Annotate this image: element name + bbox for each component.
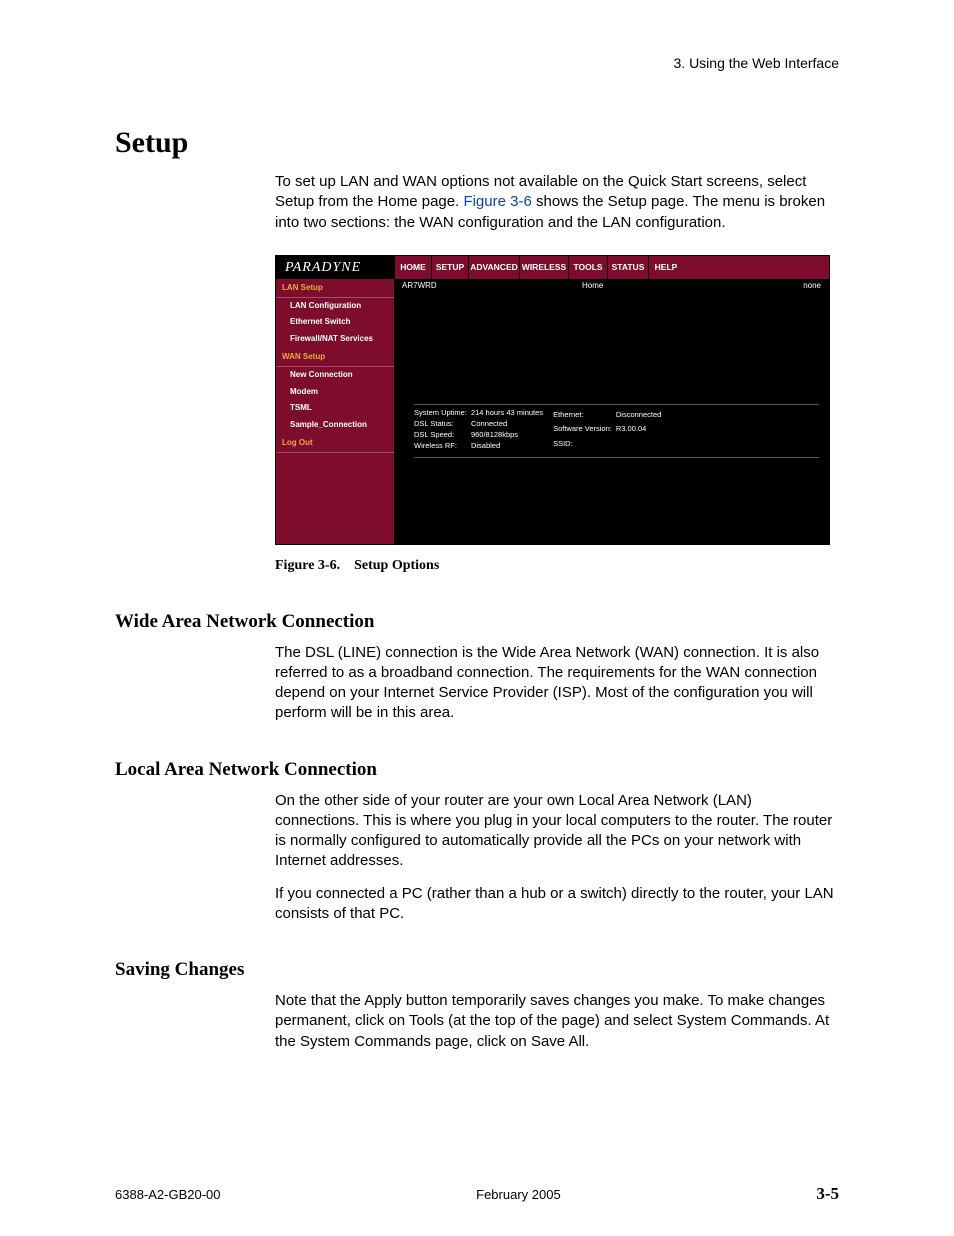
lan-paragraph-1: On the other side of your router are you… <box>275 791 839 872</box>
figure-caption: Figure 3-6. Setup Options <box>275 557 839 576</box>
sidebar-group-wan: WAN Setup <box>276 348 394 367</box>
st-v <box>616 436 665 451</box>
st-v: R3.00.04 <box>616 421 665 436</box>
caption-num: Figure 3-6. <box>275 558 340 573</box>
sidebar-item-tsml[interactable]: TSML <box>276 400 394 417</box>
lan-paragraph-2: If you connected a PC (rather than a hub… <box>275 884 839 925</box>
st-l: Software Version: <box>553 421 616 436</box>
sidebar-item-ethernet-switch[interactable]: Ethernet Switch <box>276 314 394 331</box>
sidebar-item-new-connection[interactable]: New Connection <box>276 367 394 384</box>
screenshot-figure: PARADYNE HOME SETUP ADVANCED WIRELESS TO… <box>275 255 839 576</box>
device-model: AR7WRD <box>394 279 582 292</box>
nav-setup[interactable]: SETUP <box>431 256 468 279</box>
nav-status[interactable]: STATUS <box>607 256 648 279</box>
main-right: none <box>803 279 829 292</box>
doc-date: February 2005 <box>476 1187 561 1202</box>
main-panel: AR7WRD Home none System Uptime:214 hours… <box>394 279 829 544</box>
caption-text: Setup Options <box>354 558 439 573</box>
st-v: Connected <box>471 418 547 429</box>
st-l: DSL Status: <box>414 418 471 429</box>
status-right-table: Ethernet:Disconnected Software Version:R… <box>553 407 665 451</box>
nav-wireless[interactable]: WIRELESS <box>519 256 568 279</box>
nav-advanced[interactable]: ADVANCED <box>468 256 519 279</box>
saving-heading: Saving Changes <box>115 959 839 981</box>
doc-id: 6388-A2-GB20-00 <box>115 1187 221 1202</box>
page-number: 3-5 <box>816 1184 839 1204</box>
sidebar: LAN Setup LAN Configuration Ethernet Swi… <box>276 279 394 544</box>
lan-heading: Local Area Network Connection <box>115 759 839 781</box>
sidebar-item-lan-config[interactable]: LAN Configuration <box>276 298 394 315</box>
main-title: Home <box>582 279 803 292</box>
sidebar-logout[interactable]: Log Out <box>276 434 394 453</box>
st-l: DSL Speed: <box>414 429 471 440</box>
st-v: Disconnected <box>616 407 665 422</box>
brand-logo: PARADYNE <box>276 256 394 279</box>
status-left-table: System Uptime:214 hours 43 minutes DSL S… <box>414 407 547 451</box>
nav-help[interactable]: HELP <box>648 256 683 279</box>
nav-home[interactable]: HOME <box>394 256 431 279</box>
figure-link[interactable]: Figure 3-6 <box>463 193 531 210</box>
st-v: 960/8128kbps <box>471 429 547 440</box>
page-title: Setup <box>115 126 839 160</box>
st-v: 214 hours 43 minutes <box>471 407 547 418</box>
st-v: Disabled <box>471 440 547 451</box>
wan-heading: Wide Area Network Connection <box>115 611 839 633</box>
wan-paragraph: The DSL (LINE) connection is the Wide Ar… <box>275 643 839 724</box>
sidebar-group-lan: LAN Setup <box>276 279 394 298</box>
status-block: System Uptime:214 hours 43 minutes DSL S… <box>414 404 819 458</box>
st-l: Ethernet: <box>553 407 616 422</box>
app-nav: PARADYNE HOME SETUP ADVANCED WIRELESS TO… <box>276 256 829 279</box>
sidebar-item-sample-connection[interactable]: Sample_Connection <box>276 417 394 434</box>
intro-paragraph: To set up LAN and WAN options not availa… <box>275 172 839 233</box>
st-l: System Uptime: <box>414 407 471 418</box>
sidebar-item-firewall[interactable]: Firewall/NAT Services <box>276 331 394 348</box>
sidebar-item-modem[interactable]: Modem <box>276 384 394 401</box>
st-l: SSID: <box>553 436 616 451</box>
running-header: 3. Using the Web Interface <box>115 55 839 71</box>
page-footer: 6388-A2-GB20-00 February 2005 3-5 <box>115 1184 839 1204</box>
saving-paragraph: Note that the Apply button temporarily s… <box>275 991 839 1052</box>
nav-tools[interactable]: TOOLS <box>568 256 607 279</box>
st-l: Wireless RF: <box>414 440 471 451</box>
